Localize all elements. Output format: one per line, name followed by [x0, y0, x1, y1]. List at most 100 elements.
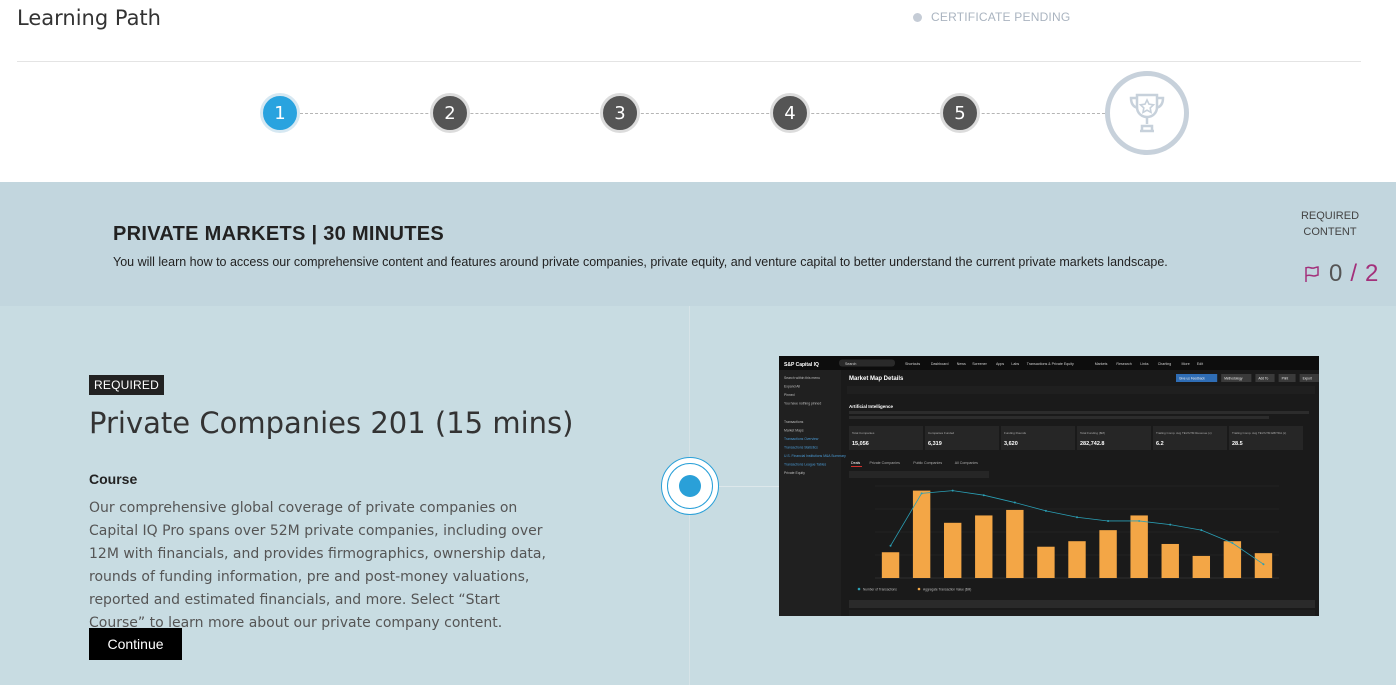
preview-sidebar — [779, 370, 841, 616]
preview-nav-item: Shortcuts — [905, 362, 920, 366]
preview-line-point — [1200, 529, 1203, 532]
divider — [17, 61, 1361, 62]
preview-line-point — [1169, 523, 1172, 526]
preview-tab: Deals — [851, 461, 860, 465]
step-5[interactable]: 5 — [940, 93, 980, 133]
preview-tab: All Companies — [955, 461, 978, 465]
preview-line-point — [982, 494, 985, 497]
preview-stat-label: Funding Rounds — [1004, 431, 1027, 435]
flag-icon — [1305, 266, 1319, 282]
step-1[interactable]: 1 — [260, 93, 300, 133]
connector-line — [719, 486, 779, 487]
trophy-icon — [1129, 93, 1165, 133]
preview-bar — [1037, 546, 1055, 578]
preview-bar — [1192, 555, 1211, 578]
preview-line-point — [951, 489, 954, 492]
step-3[interactable]: 3 — [600, 93, 640, 133]
preview-nav-item: News — [957, 362, 966, 366]
preview-line-point — [1107, 519, 1110, 522]
preview-nav-item: Dashboard — [931, 362, 949, 366]
certificate-status-label: CERTIFICATE PENDING — [931, 10, 1071, 24]
preview-stat-label: Total Funding ($M) — [1080, 431, 1105, 435]
preview-table-row — [849, 610, 1315, 616]
preview-legend-marker — [857, 587, 861, 591]
preview-nav-item: Labs — [1011, 362, 1019, 366]
course-title: Private Companies 201 (15 mins) — [89, 406, 574, 440]
preview-legend-label: Number of Transactions — [863, 588, 897, 592]
preview-stat-label: Trailing Comp. Avg TEV/LTM EBITDA (x) — [1232, 431, 1286, 435]
preview-bar — [975, 515, 993, 578]
preview-stat-value: 15,056 — [852, 441, 869, 447]
preview-section-title: Artificial Intelligence — [849, 404, 894, 409]
total-count: 2 — [1365, 260, 1379, 287]
preview-svg: S&P Capital IQ Search Shortcuts Dashboard Ne… — [779, 356, 1319, 616]
preview-nav-item: Charting — [1158, 362, 1172, 366]
course-node-ring — [667, 463, 713, 509]
preview-nav-item: Links — [1140, 362, 1149, 366]
continue-button[interactable]: Continue — [89, 628, 182, 660]
preview-sidebar-item: Transactions Statistics — [784, 446, 818, 450]
preview-line-point — [1138, 519, 1141, 522]
course-card: REQUIRED Private Companies 201 (15 mins)… — [0, 306, 1396, 685]
step-4[interactable]: 4 — [770, 93, 810, 133]
course-node-dot — [679, 475, 701, 497]
required-label: REQUIRED — [1300, 210, 1360, 222]
preview-page-title: Market Map Details — [849, 376, 904, 382]
preview-table-header — [849, 600, 1315, 608]
required-badge: REQUIRED — [89, 375, 164, 395]
preview-stat-value: 6,319 — [928, 441, 942, 447]
preview-line-point — [1044, 509, 1047, 512]
preview-nav-item: Search — [845, 362, 856, 366]
preview-line-point — [1262, 563, 1265, 566]
preview-tab: Private Companies — [870, 461, 901, 465]
preview-bar — [1161, 543, 1179, 578]
preview-stat-label: Total Companies — [852, 431, 875, 435]
preview-bar — [1099, 530, 1117, 578]
course-node[interactable] — [661, 457, 719, 515]
preview-stat-card — [1153, 426, 1227, 450]
course-type: Course — [89, 471, 138, 487]
preview-button-label: Export — [1303, 377, 1312, 381]
required-progress: 0 / 2 — [1303, 260, 1378, 288]
preview-bar — [943, 522, 962, 578]
preview-line-point — [1076, 516, 1078, 519]
preview-button-label: Methodology — [1224, 377, 1243, 381]
step-2[interactable]: 2 — [430, 93, 470, 133]
preview-bar — [1130, 515, 1148, 578]
preview-button-label: Add To — [1258, 377, 1268, 381]
content-label: CONTENT — [1303, 226, 1357, 238]
module-description: You will learn how to access our compreh… — [113, 255, 1168, 269]
preview-tab-underline — [851, 466, 862, 467]
certificate-status: CERTIFICATE PENDING — [913, 10, 1070, 24]
preview-legend-label: Aggregate Transaction Value ($M) — [923, 588, 971, 592]
preview-line-point — [1013, 501, 1016, 504]
certificate-trophy — [1105, 71, 1189, 155]
status-dot-icon — [913, 12, 922, 22]
preview-nav-item: Markets — [1095, 362, 1108, 366]
preview-button-label: Give us Feedback — [1179, 377, 1205, 381]
preview-chart-filters — [849, 471, 989, 478]
preview-sidebar-item: Expand All — [784, 385, 800, 389]
preview-nav-item: Screener — [972, 362, 987, 366]
completed-count: 0 — [1329, 260, 1343, 287]
preview-bar — [1068, 541, 1086, 578]
required-content-label: REQUIRED CONTENT — [1300, 208, 1360, 240]
preview-bar — [1254, 553, 1273, 578]
preview-tab: Public Companies — [913, 461, 942, 465]
preview-stat-label: Companies Funded — [928, 431, 955, 435]
preview-section-text — [849, 411, 1309, 414]
preview-line-point — [889, 544, 892, 547]
preview-sidebar-item: U.S. Financial Institutions M&A Summary — [784, 454, 846, 458]
preview-filter-bar — [847, 386, 1315, 394]
preview-sidebar-item: Market Maps — [784, 429, 804, 433]
preview-bar — [881, 552, 900, 578]
preview-stat-label: Trailing Comp. Avg TEV/LTM Revenue (x) — [1156, 431, 1212, 435]
page-title: Learning Path — [17, 6, 161, 30]
count-separator: / — [1350, 260, 1358, 287]
module-banner: PRIVATE MARKETS | 30 MINUTES You will le… — [0, 182, 1396, 306]
preview-stat-value: 28.5 — [1232, 441, 1243, 447]
preview-brand: S&P Capital IQ — [784, 362, 819, 368]
course-preview-image[interactable]: S&P Capital IQ Search Shortcuts Dashboard Ne… — [779, 356, 1319, 616]
preview-line-point — [1231, 542, 1234, 545]
preview-button-label: Print — [1282, 377, 1289, 381]
